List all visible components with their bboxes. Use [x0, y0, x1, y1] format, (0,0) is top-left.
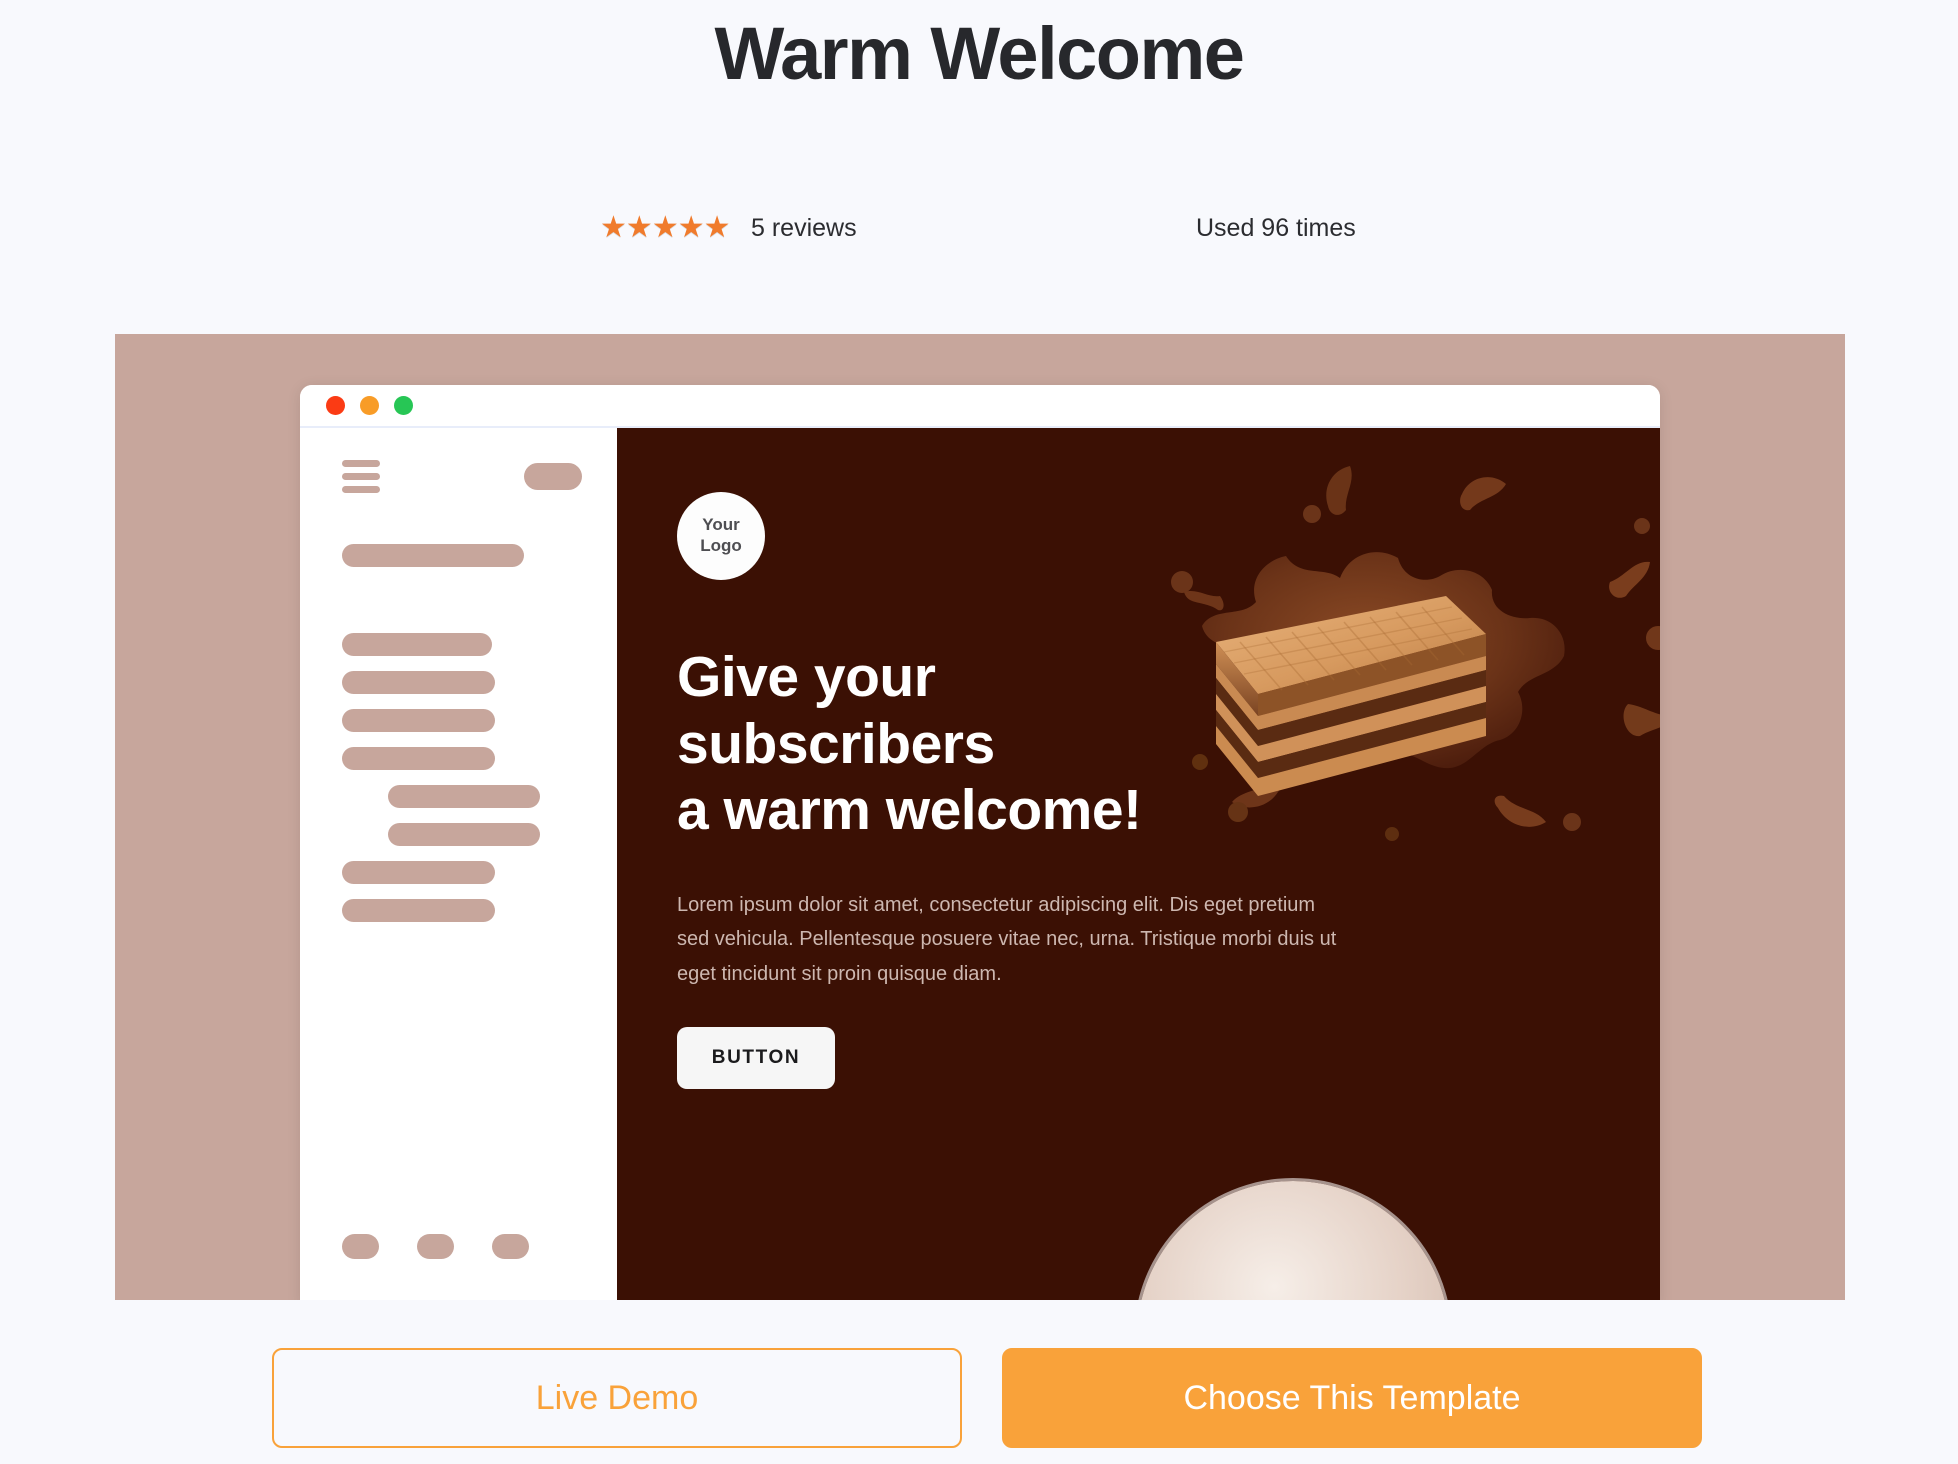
email-client-sidebar [300, 428, 617, 1300]
page-title: Warm Welcome [714, 12, 1245, 95]
sidebar-header [342, 460, 582, 493]
usage-count-label: Used 96 times [1196, 213, 1356, 242]
skeleton-bar [342, 671, 495, 694]
hamburger-menu-icon[interactable] [342, 460, 380, 493]
rating-group: ★ ★ ★ ★ ★ 5 reviews [600, 212, 857, 244]
logo-line-1: Your [702, 515, 740, 535]
close-window-icon [326, 396, 345, 415]
hero-heading-line-1: Give your [677, 645, 936, 709]
choose-template-button[interactable]: Choose This Template [1002, 1348, 1702, 1448]
logo-placeholder: Your Logo [677, 492, 765, 580]
star-icon: ★ [625, 212, 653, 244]
skeleton-bar [342, 633, 492, 656]
skeleton-bar [388, 823, 540, 846]
maximize-window-icon [394, 396, 413, 415]
skeleton-dot [417, 1234, 454, 1259]
minimize-window-icon [360, 396, 379, 415]
browser-title-bar [300, 385, 1660, 428]
skeleton-bar [342, 861, 495, 884]
logo-line-2: Logo [700, 536, 742, 555]
star-icon: ★ [600, 212, 627, 244]
template-preview-panel[interactable]: Your Logo Give your subscribers a warm w… [115, 334, 1845, 1300]
bowl-artwork [1136, 1181, 1449, 1300]
hero-cta-button[interactable]: BUTTON [677, 1027, 835, 1089]
email-hero-panel: Your Logo Give your subscribers a warm w… [617, 428, 1660, 1300]
star-partial-icon: ★ [703, 212, 731, 244]
star-icon: ★ [677, 212, 705, 244]
skeleton-bar [342, 544, 524, 567]
skeleton-bar [342, 709, 495, 732]
skeleton-bar [388, 785, 540, 808]
skeleton-bar [342, 899, 495, 922]
hero-paragraph: Lorem ipsum dolor sit amet, consectetur … [677, 894, 1337, 985]
skeleton-dot [342, 1234, 379, 1259]
hero-heading-line-3: a warm welcome! [677, 778, 1142, 843]
star-icon: ★ [651, 212, 679, 244]
browser-mockup: Your Logo Give your subscribers a warm w… [300, 385, 1660, 1300]
live-demo-button[interactable]: Live Demo [272, 1348, 962, 1448]
hero-heading-line-2: subscribers [677, 711, 995, 776]
sidebar-action-pill[interactable] [524, 463, 582, 490]
rating-stars: ★ ★ ★ ★ ★ [600, 212, 737, 244]
skeleton-dot [492, 1234, 529, 1259]
browser-content: Your Logo Give your subscribers a warm w… [300, 428, 1660, 1300]
action-buttons: Live Demo Choose This Template [272, 1348, 1702, 1448]
sidebar-footer-dots [342, 1234, 529, 1259]
hero-heading: Give your subscribers a warm welcome! [677, 644, 1377, 844]
reviews-count-label: 5 reviews [751, 213, 857, 242]
skeleton-bar [342, 747, 495, 770]
